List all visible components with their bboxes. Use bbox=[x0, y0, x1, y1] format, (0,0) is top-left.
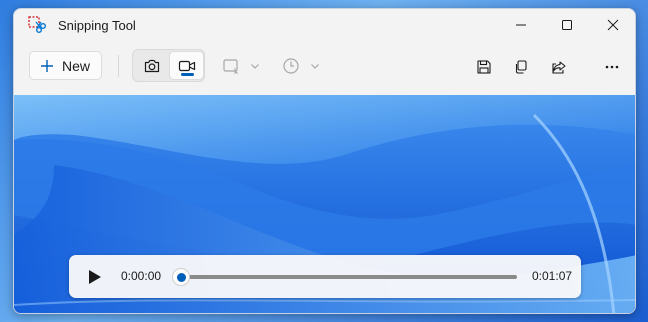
minimize-icon bbox=[516, 24, 526, 26]
clock-icon bbox=[283, 58, 299, 74]
snip-shape-dropdown[interactable] bbox=[222, 51, 260, 81]
title-bar[interactable]: Snipping Tool bbox=[14, 9, 635, 41]
save-button[interactable] bbox=[469, 53, 499, 81]
play-button[interactable] bbox=[85, 267, 105, 287]
active-mode-indicator bbox=[181, 73, 194, 76]
toolbar-divider bbox=[118, 55, 119, 77]
window-title: Snipping Tool bbox=[58, 18, 136, 33]
rectangle-snip-icon bbox=[223, 59, 238, 75]
seek-bar-track[interactable] bbox=[181, 275, 517, 279]
new-button[interactable]: New bbox=[29, 51, 102, 80]
save-icon bbox=[477, 60, 491, 74]
camera-icon bbox=[144, 59, 159, 72]
close-button[interactable] bbox=[590, 9, 635, 41]
minimize-button[interactable] bbox=[498, 9, 544, 41]
copy-button[interactable] bbox=[506, 53, 536, 81]
maximize-icon bbox=[562, 20, 572, 30]
toolbar: New bbox=[14, 45, 635, 89]
chevron-down-icon bbox=[251, 64, 259, 69]
seek-bar-thumb[interactable] bbox=[172, 268, 190, 286]
plus-icon bbox=[41, 59, 53, 72]
snipping-tool-window: Snipping Tool New 0:00:00 0:01:07 bbox=[13, 8, 636, 314]
more-options-button[interactable] bbox=[597, 53, 627, 81]
maximize-button[interactable] bbox=[544, 9, 590, 41]
more-icon bbox=[605, 65, 619, 69]
record-mode-button[interactable] bbox=[169, 51, 204, 80]
share-icon bbox=[552, 61, 566, 74]
current-time: 0:00:00 bbox=[121, 269, 162, 283]
chevron-down-icon bbox=[311, 64, 319, 69]
close-icon bbox=[607, 19, 619, 31]
play-icon bbox=[89, 270, 101, 284]
video-icon bbox=[178, 60, 195, 71]
delay-dropdown[interactable] bbox=[282, 51, 320, 81]
snipping-tool-app-icon bbox=[28, 16, 46, 33]
video-player-controls: 0:00:00 0:01:07 bbox=[69, 255, 581, 298]
share-button[interactable] bbox=[544, 53, 574, 81]
capture-mode-toggle bbox=[132, 49, 205, 82]
copy-icon bbox=[515, 60, 527, 74]
total-time: 0:01:07 bbox=[532, 269, 573, 283]
recording-preview: 0:00:00 0:01:07 bbox=[14, 95, 635, 313]
new-button-label: New bbox=[62, 57, 91, 74]
snip-mode-button[interactable] bbox=[134, 51, 169, 80]
